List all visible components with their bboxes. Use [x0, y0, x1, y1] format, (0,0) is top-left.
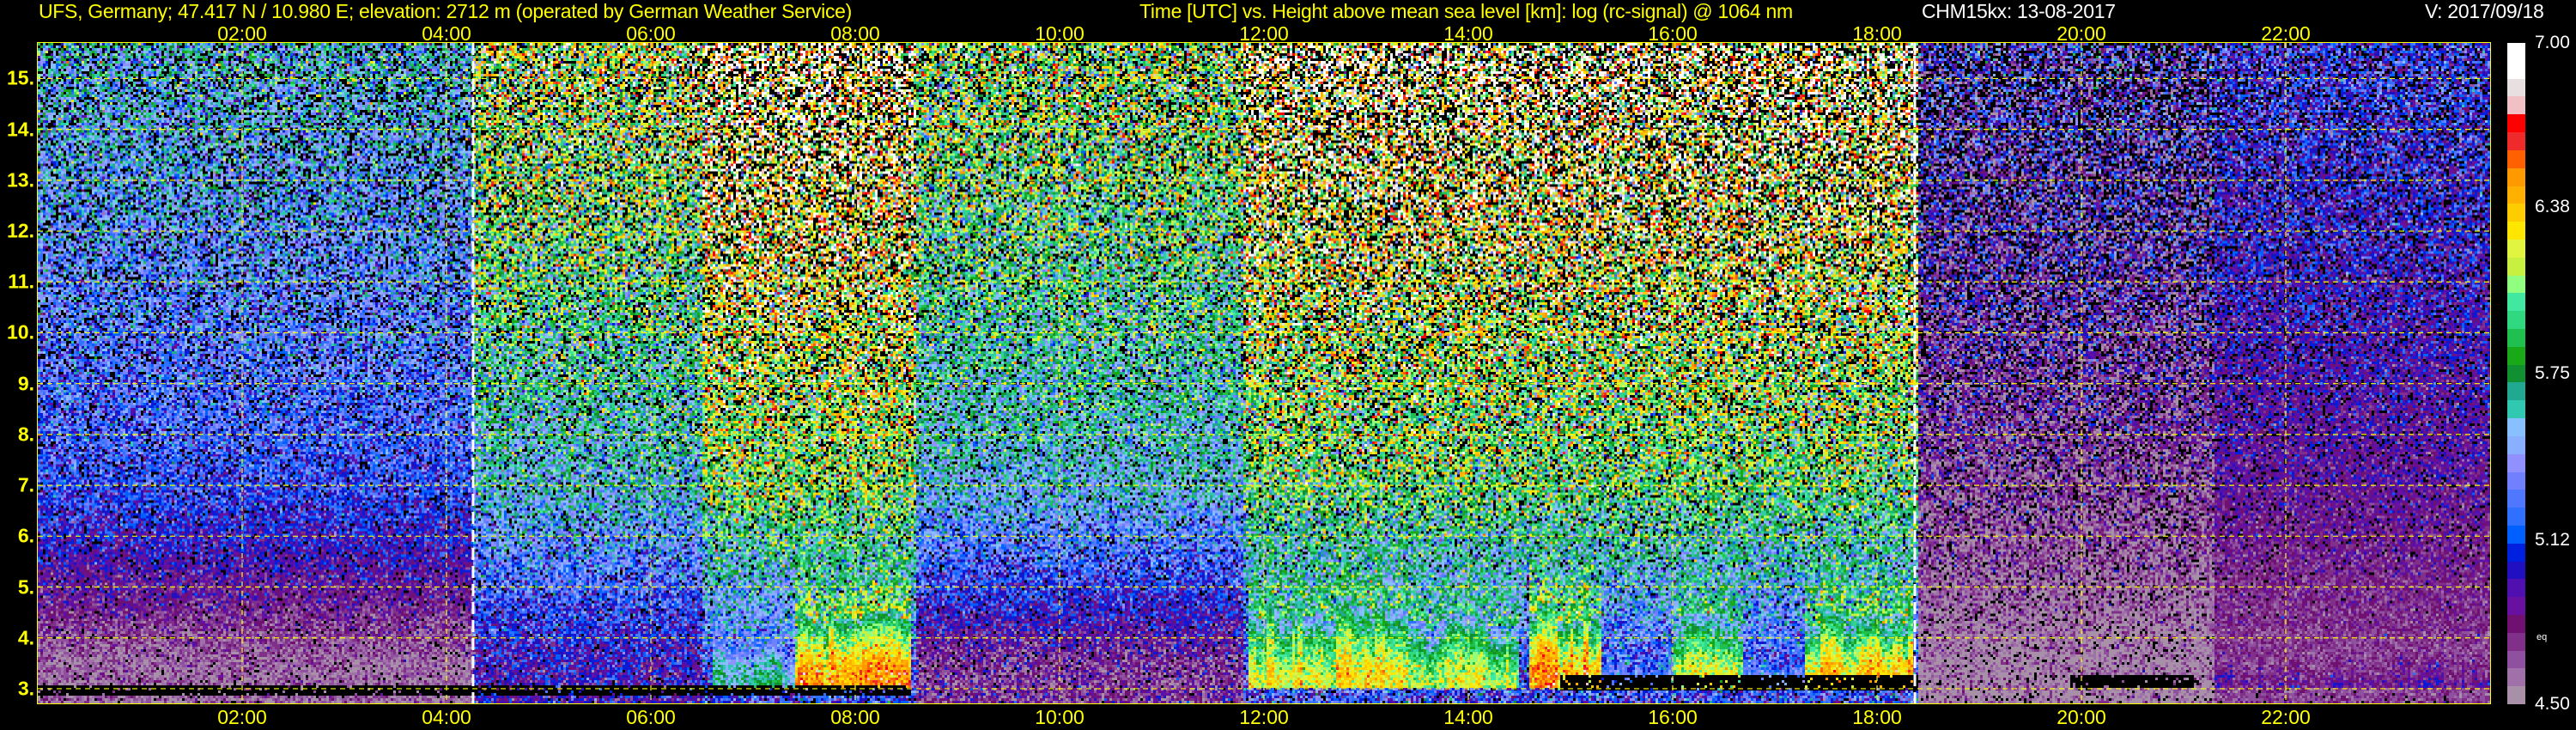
colorbar-swatch [2507, 239, 2525, 258]
y-tick-label: 14. [7, 118, 34, 141]
colorbar-swatch [2507, 579, 2525, 598]
y-tick-label: 11. [8, 270, 34, 293]
colorbar-swatch [2507, 525, 2525, 544]
x-tick-label-bottom: 12:00 [1239, 706, 1289, 728]
colorbar-swatch [2507, 257, 2525, 276]
y-tick-label: 6. [17, 524, 34, 547]
x-tick-label-bottom: 20:00 [2057, 706, 2106, 728]
x-tick-label-top: 20:00 [2057, 22, 2106, 45]
colorbar-swatch [2507, 400, 2525, 419]
colorbar-swatch [2507, 222, 2525, 240]
colorbar-swatch [2507, 418, 2525, 436]
colorbar-swatch [2507, 615, 2525, 633]
colorbar-swatch [2507, 650, 2525, 669]
y-tick-label: 10. [7, 320, 34, 344]
colorbar-swatch [2507, 597, 2525, 615]
colorbar-swatch [2507, 149, 2525, 168]
y-tick-label: 3. [17, 677, 34, 700]
colorbar-swatch [2507, 382, 2525, 401]
x-tick-label-top: 06:00 [626, 22, 676, 45]
colorbar-swatch [2507, 329, 2525, 347]
colorbar-swatch [2507, 186, 2525, 204]
x-tick-label-top: 16:00 [1648, 22, 1698, 45]
colorbar-tick-label: 5.12 [2535, 530, 2570, 551]
colorbar-swatch [2507, 686, 2525, 705]
colorbar-swatch [2507, 114, 2525, 133]
x-tick-label-top: 04:00 [422, 22, 471, 45]
colorbar-swatch [2507, 668, 2525, 687]
y-tick-label: 7. [17, 473, 34, 496]
y-tick-label: 8. [17, 423, 34, 446]
x-tick-label-top: 10:00 [1035, 22, 1084, 45]
x-tick-label-top: 08:00 [830, 22, 880, 45]
colorbar-swatch [2507, 490, 2525, 508]
x-tick-label-bottom: 18:00 [1852, 706, 1902, 728]
y-tick-label: 12. [7, 219, 34, 242]
colorbar-swatch [2507, 508, 2525, 526]
x-tick-label-bottom: 14:00 [1443, 706, 1493, 728]
y-tick-label: 5. [17, 575, 34, 599]
backscatter-heatmap [38, 43, 2490, 703]
colorbar-swatch [2507, 78, 2525, 97]
colorbar-tick-label: 7.00 [2535, 33, 2570, 52]
x-tick-label-top: 12:00 [1239, 22, 1289, 45]
y-tick-label: 13. [7, 168, 34, 192]
colorbar-tick-label: 6.38 [2535, 196, 2570, 216]
x-tick-label-bottom: 08:00 [830, 706, 880, 728]
x-tick-label-top: 22:00 [2261, 22, 2311, 45]
colorbar [2507, 43, 2525, 705]
colorbar-swatch [2507, 275, 2525, 294]
x-tick-label-top: 02:00 [217, 22, 267, 45]
colorbar-swatch [2507, 43, 2525, 61]
y-tick-label: 15. [7, 66, 34, 89]
instrument-date: CHM15kx: 13-08-2017 [1922, 0, 2116, 22]
colorbar-swatch [2507, 346, 2525, 365]
colorbar-swatch [2507, 311, 2525, 329]
colorbar-swatch [2507, 364, 2525, 383]
colorbar-tick-label: 4.50 [2535, 694, 2570, 714]
colorbar-swatch [2507, 60, 2525, 79]
colorbar-swatch [2507, 632, 2525, 651]
colorbar-swatch [2507, 167, 2525, 186]
colorbar-swatch [2507, 435, 2525, 454]
x-tick-label-bottom: 22:00 [2261, 706, 2311, 728]
y-tick-label: 4. [17, 626, 34, 649]
station-title: UFS, Germany; 47.417 N / 10.980 E; eleva… [39, 0, 853, 22]
y-tick-label: 9. [17, 372, 34, 395]
colorbar-swatch [2507, 204, 2525, 222]
colorbar-swatch [2507, 293, 2525, 312]
x-tick-label-bottom: 04:00 [422, 706, 471, 728]
x-tick-label-bottom: 02:00 [217, 706, 267, 728]
x-tick-label-top: 18:00 [1852, 22, 1902, 45]
axes-title: Time [UTC] vs. Height above mean sea lev… [1139, 0, 1793, 22]
x-tick-label-bottom: 10:00 [1035, 706, 1084, 728]
colorbar-swatch [2507, 471, 2525, 490]
x-tick-label-bottom: 06:00 [626, 706, 676, 728]
colorbar-swatch [2507, 543, 2525, 562]
x-tick-label-top: 14:00 [1443, 22, 1493, 45]
colorbar-swatch [2507, 561, 2525, 580]
colorbar-tick-label: 5.75 [2535, 363, 2570, 383]
colorbar-swatch [2507, 96, 2525, 115]
x-tick-label-bottom: 16:00 [1648, 706, 1698, 728]
colorbar-note: eq [2537, 632, 2548, 642]
version-label: V: 2017/09/18 [2425, 0, 2544, 22]
colorbar-swatch [2507, 132, 2525, 150]
colorbar-swatch [2507, 453, 2525, 472]
